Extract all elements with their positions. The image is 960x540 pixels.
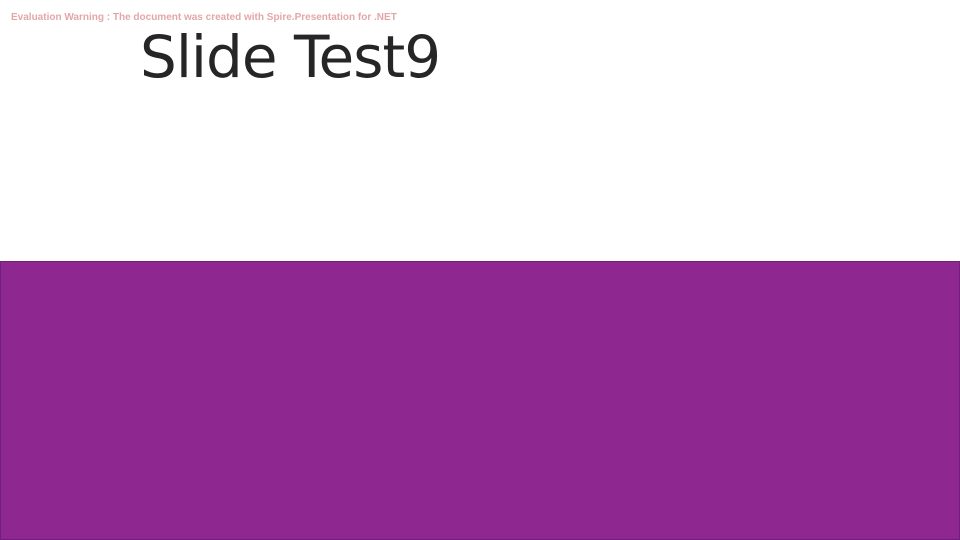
slide-title[interactable]: Slide Test9 [140, 20, 441, 94]
purple-rectangle-shape[interactable] [0, 261, 960, 540]
slide-canvas: Evaluation Warning : The document was cr… [0, 0, 960, 540]
